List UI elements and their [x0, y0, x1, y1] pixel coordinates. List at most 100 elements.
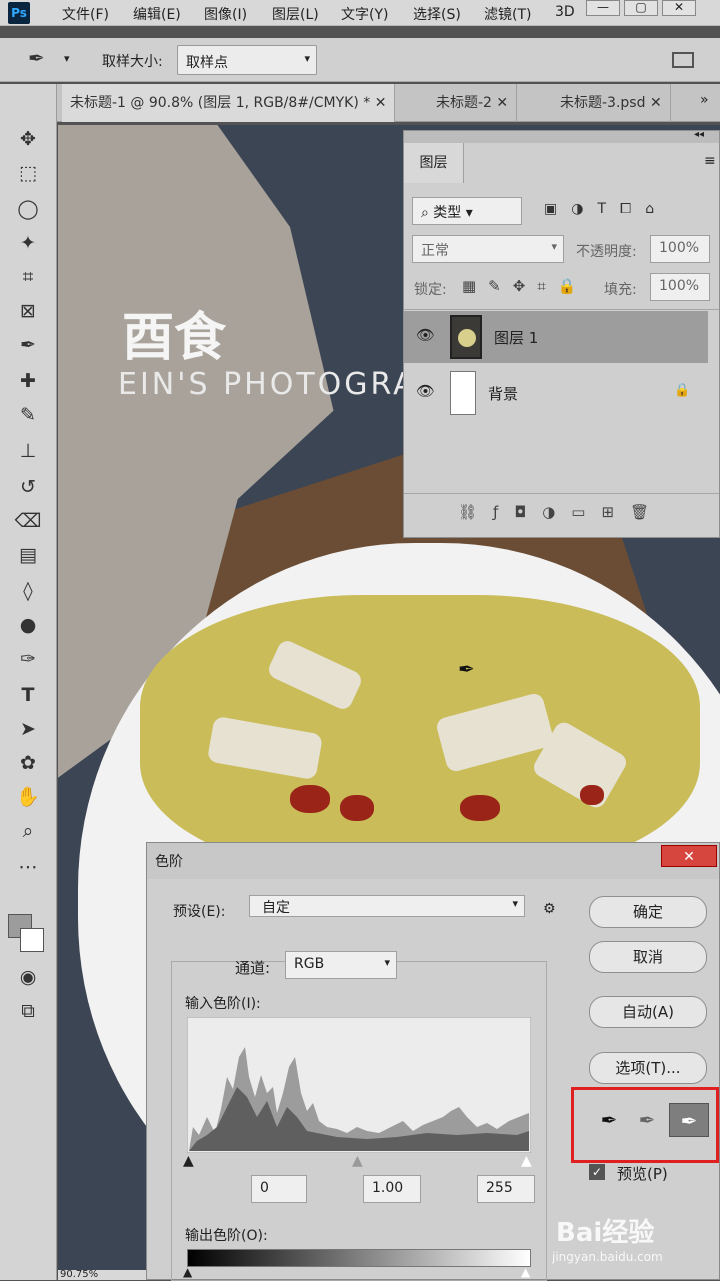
opacity-input[interactable]: 100%	[650, 235, 710, 263]
layer-row-background[interactable]: 👁 背景 🔒	[404, 367, 708, 419]
close-icon[interactable]: ✕	[662, 0, 696, 16]
tab-untitled-1[interactable]: 未标题-1 @ 90.8% (图层 1, RGB/8#/CMYK) * ✕	[62, 84, 396, 122]
dodge-tool-icon[interactable]: ●	[12, 610, 44, 640]
black-eyedropper-icon[interactable]: ✒	[593, 1103, 625, 1137]
blend-mode-select[interactable]: 正常 ▾	[412, 235, 564, 263]
gear-icon[interactable]: ⚙	[543, 901, 556, 917]
close-tab-icon[interactable]: ✕	[496, 95, 508, 111]
watermark-subtitle: EIN'S PHOTOGRA	[118, 367, 417, 402]
eye-icon[interactable]: 👁	[416, 382, 435, 400]
blur-tool-icon[interactable]: ◊	[12, 576, 44, 606]
maximize-icon[interactable]: ▢	[624, 0, 658, 16]
histogram	[187, 1017, 531, 1153]
layer-filter-select[interactable]: ⌕ 类型 ▾	[412, 197, 522, 225]
magic-wand-tool-icon[interactable]: ✦	[12, 228, 44, 258]
white-point-slider[interactable]: ▲	[521, 1153, 532, 1169]
gamma-slider[interactable]: ▲	[352, 1153, 363, 1169]
history-brush-tool-icon[interactable]: ↺	[12, 472, 44, 502]
screen-mode-icon[interactable]: ⧉	[12, 996, 44, 1026]
lasso-tool-icon[interactable]: ◯	[12, 194, 44, 224]
panel-menu-icon[interactable]: ≡	[704, 153, 716, 169]
sample-size-select[interactable]: 取样点 ▾	[177, 45, 317, 75]
preset-select[interactable]: 自定 ▾	[249, 895, 525, 917]
menu-file[interactable]: 文件(F)	[62, 4, 109, 24]
ok-button[interactable]: 确定	[589, 896, 707, 928]
zoom-status[interactable]: 90.75%	[58, 1270, 146, 1280]
more-tabs-icon[interactable]: »	[700, 92, 709, 108]
cancel-button[interactable]: 取消	[589, 941, 707, 973]
new-layer-icon[interactable]: ⊞	[601, 503, 630, 521]
baidu-brand-watermark: Bai经验	[556, 1218, 655, 1248]
channel-select[interactable]: RGB ▾	[285, 951, 397, 979]
menu-filter[interactable]: 滤镜(T)	[484, 4, 531, 24]
layer-name[interactable]: 图层 1	[494, 327, 538, 348]
input-white-field[interactable]: 255	[477, 1175, 535, 1203]
eye-icon[interactable]: 👁	[416, 326, 435, 344]
options-button[interactable]: 选项(T)...	[589, 1052, 707, 1084]
collapse-panel-icon[interactable]: ◂◂	[694, 129, 704, 140]
shape-tool-icon[interactable]: ✿	[12, 748, 44, 778]
auto-button[interactable]: 自动(A)	[589, 996, 707, 1028]
lock-icons[interactable]: ▦✎✥⌗🔒	[462, 277, 588, 295]
layer-row-layer-1[interactable]: 👁 图层 1	[404, 311, 708, 363]
quick-mask-icon[interactable]: ◉	[12, 962, 44, 992]
fill-input[interactable]: 100%	[650, 273, 710, 301]
mask-icon[interactable]: ◘	[514, 503, 542, 521]
tab-layers[interactable]: 图层	[404, 143, 464, 183]
tab-label: 未标题-3.psd	[560, 95, 646, 111]
workspace-icon[interactable]	[672, 52, 694, 68]
frame-tool-icon[interactable]: ⊠	[12, 296, 44, 326]
layer-actions-bar[interactable]: ⛓ƒ◘◑▭⊞🗑	[458, 503, 665, 521]
crop-tool-icon[interactable]: ⌗	[12, 262, 44, 292]
layers-panel: ◂◂ 图层 ≡ ⌕ 类型 ▾ ▣◑T⧠⌂ 正常 ▾ 不透明度: 100% 锁定: …	[403, 129, 720, 538]
output-black-slider[interactable]: ▲	[183, 1265, 192, 1279]
white-eyedropper-icon[interactable]: ✒	[669, 1103, 709, 1137]
more-tools-icon[interactable]: ⋯	[12, 852, 44, 882]
gray-eyedropper-icon[interactable]: ✒	[631, 1103, 663, 1137]
background-color-swatch[interactable]	[20, 928, 44, 952]
marquee-tool-icon[interactable]: ⬚	[12, 158, 44, 188]
brush-tool-icon[interactable]: ✎	[12, 400, 44, 430]
link-icon[interactable]: ⛓	[458, 503, 493, 521]
gradient-tool-icon[interactable]: ▤	[12, 540, 44, 570]
eyedropper-tool-icon[interactable]: ✒	[12, 330, 44, 360]
tab-untitled-3[interactable]: 未标题-3.psd ✕	[552, 84, 671, 122]
filter-icons[interactable]: ▣◑T⧠⌂	[544, 201, 668, 217]
clone-stamp-tool-icon[interactable]: ⊥	[12, 436, 44, 466]
search-icon: ⌕	[421, 205, 434, 221]
menu-3d[interactable]: 3D	[555, 4, 575, 20]
chevron-down-icon[interactable]: ▾	[64, 52, 70, 65]
trash-icon[interactable]: 🗑	[630, 503, 665, 521]
menu-type[interactable]: 文字(Y)	[341, 4, 388, 24]
chili-pepper	[460, 795, 500, 821]
layer-name[interactable]: 背景	[488, 383, 518, 404]
eraser-tool-icon[interactable]: ⌫	[12, 506, 44, 536]
tab-untitled-2[interactable]: 未标题-2 ✕	[428, 84, 518, 122]
pen-tool-icon[interactable]: ✑	[12, 644, 44, 674]
watermark-title: 酉食	[122, 308, 227, 368]
input-gamma-field[interactable]: 1.00	[363, 1175, 421, 1203]
close-tab-icon[interactable]: ✕	[650, 95, 662, 111]
path-selection-tool-icon[interactable]: ➤	[12, 714, 44, 744]
menu-image[interactable]: 图像(I)	[204, 4, 247, 24]
menu-select[interactable]: 选择(S)	[413, 4, 461, 24]
hand-tool-icon[interactable]: ✋	[12, 782, 44, 812]
eyedropper-tool-icon[interactable]: ✒	[28, 46, 45, 70]
menu-edit[interactable]: 编辑(E)	[133, 4, 181, 24]
preview-checkbox[interactable]: ✓	[589, 1164, 605, 1180]
channel-label: 通道:	[235, 959, 271, 977]
minimize-icon[interactable]: —	[586, 0, 620, 16]
close-tab-icon[interactable]: ✕	[375, 95, 387, 111]
menu-layer[interactable]: 图层(L)	[272, 4, 319, 24]
folder-icon[interactable]: ▭	[571, 503, 601, 521]
move-tool-icon[interactable]: ✥	[12, 124, 44, 154]
output-white-slider[interactable]: ▲	[521, 1265, 530, 1279]
healing-brush-tool-icon[interactable]: ✚	[12, 366, 44, 396]
fx-icon[interactable]: ƒ	[493, 503, 514, 521]
zoom-tool-icon[interactable]: ⌕	[12, 816, 44, 846]
adjustment-icon[interactable]: ◑	[542, 503, 571, 521]
close-icon[interactable]: ✕	[661, 845, 717, 867]
type-tool-icon[interactable]: T	[12, 680, 44, 710]
input-black-field[interactable]: 0	[251, 1175, 307, 1203]
black-point-slider[interactable]: ▲	[183, 1153, 194, 1169]
